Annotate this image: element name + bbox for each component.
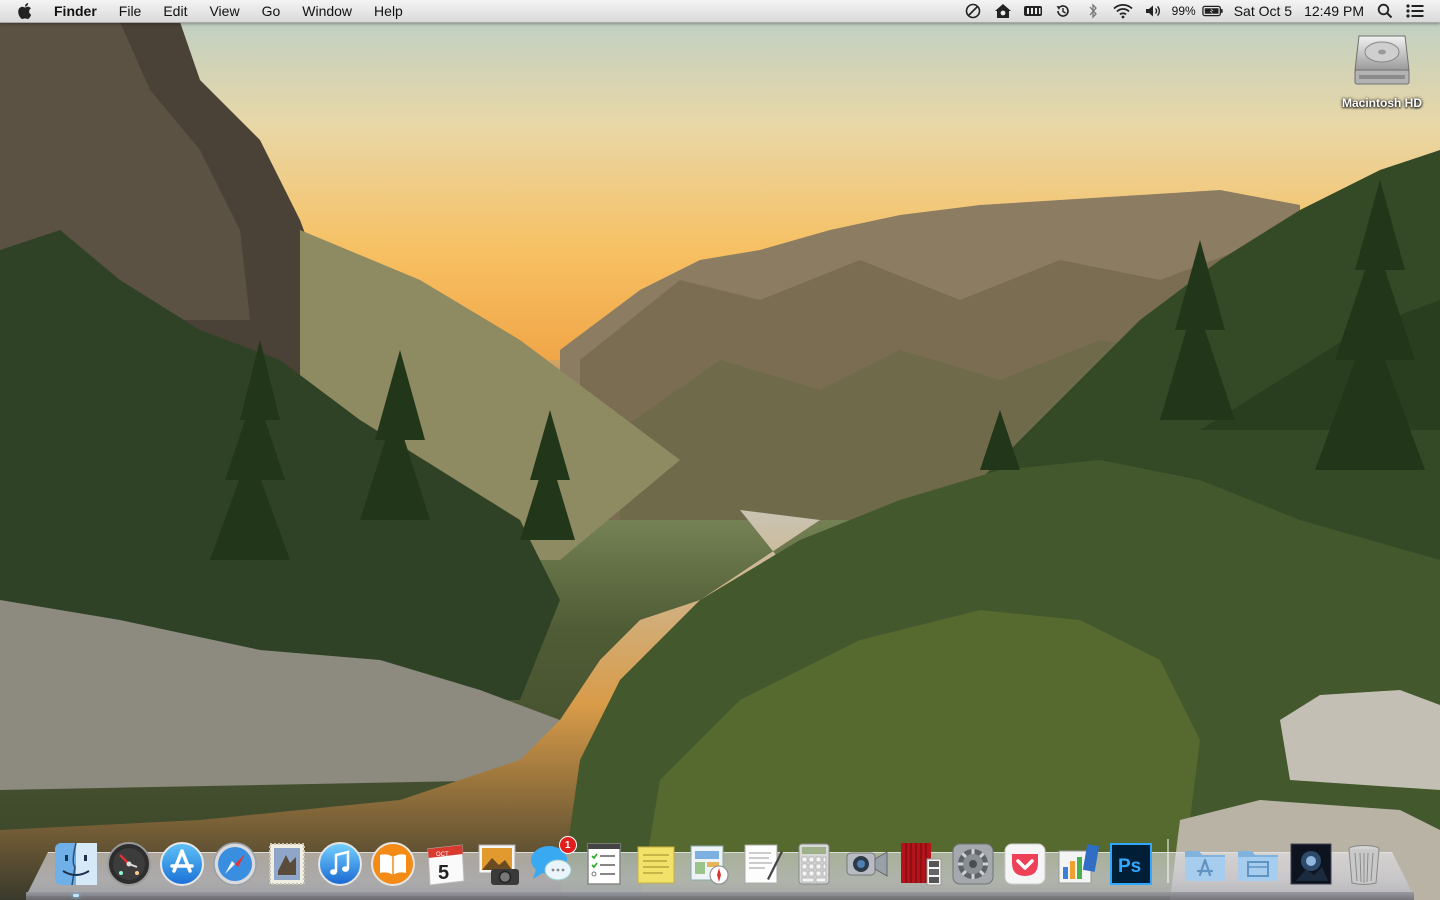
dock-numbers[interactable] bbox=[1054, 840, 1102, 888]
dock-ibooks[interactable] bbox=[369, 840, 417, 888]
dock-system-preferences[interactable] bbox=[949, 840, 997, 888]
chart-presentation-icon bbox=[1058, 844, 1100, 884]
reminders-icon bbox=[586, 843, 621, 885]
menu-clock[interactable]: 12:49 PM bbox=[1304, 3, 1364, 19]
trash-icon bbox=[1348, 845, 1380, 885]
photo-camera-icon bbox=[478, 844, 520, 885]
dock: OCT 5 1 Ps bbox=[50, 834, 1390, 897]
dock-reminders[interactable] bbox=[580, 840, 628, 888]
dock-documents-folder[interactable] bbox=[1234, 840, 1282, 888]
volume-label: Macintosh HD bbox=[1341, 96, 1422, 110]
menu-file[interactable]: File bbox=[108, 0, 153, 22]
menu-bar-status: 99% Sat Oct 5 12:49 PM bbox=[958, 0, 1440, 22]
volume-icon[interactable] bbox=[1142, 3, 1164, 19]
photo-booth-icon bbox=[900, 843, 942, 886]
battery-icon[interactable] bbox=[1201, 3, 1224, 19]
image-stack-icon bbox=[1290, 843, 1332, 885]
apple-menu-icon[interactable] bbox=[18, 3, 38, 19]
running-indicator bbox=[73, 894, 80, 897]
dock-pocket[interactable] bbox=[1002, 840, 1050, 888]
calendar-month: OCT bbox=[436, 852, 449, 858]
hard-drive-icon bbox=[1354, 35, 1410, 85]
menu-view[interactable]: View bbox=[198, 0, 250, 22]
dock-downloads-stack[interactable] bbox=[1287, 840, 1335, 888]
menu-go[interactable]: Go bbox=[251, 0, 292, 22]
system-preferences-gear-icon bbox=[952, 843, 994, 885]
menu-edit[interactable]: Edit bbox=[152, 0, 198, 22]
textedit-icon bbox=[744, 844, 783, 884]
facetime-camera-icon bbox=[846, 851, 888, 877]
dock-finder[interactable] bbox=[53, 840, 101, 897]
dock-preview[interactable] bbox=[685, 840, 733, 888]
dock-trash[interactable] bbox=[1340, 840, 1388, 888]
time-machine-icon[interactable] bbox=[1052, 3, 1074, 19]
dashboard-icon bbox=[107, 842, 152, 886]
ibooks-icon bbox=[370, 842, 415, 886]
dock-facetime[interactable] bbox=[843, 840, 891, 888]
itunes-icon bbox=[317, 842, 362, 886]
sticky-notes-icon bbox=[637, 846, 675, 884]
applications-folder-icon bbox=[1185, 851, 1226, 881]
preview-compass-icon bbox=[690, 845, 729, 885]
spotlight-search-icon[interactable] bbox=[1374, 3, 1396, 19]
dock-iphoto[interactable] bbox=[474, 840, 522, 888]
menu-bar-left: Finder File Edit View Go Window Help bbox=[0, 0, 414, 22]
battery-percent[interactable]: 99% bbox=[1172, 4, 1196, 18]
notification-center-icon[interactable] bbox=[1404, 3, 1426, 19]
dock-calendar[interactable]: OCT 5 bbox=[422, 840, 470, 888]
wifi-icon[interactable] bbox=[1112, 3, 1134, 19]
dock-itunes[interactable] bbox=[316, 840, 364, 888]
documents-folder-icon bbox=[1238, 851, 1279, 881]
dock-calculator[interactable] bbox=[791, 840, 839, 888]
desktop-wallpaper bbox=[0, 0, 1440, 900]
dock-stickies[interactable] bbox=[633, 840, 681, 888]
dock-safari[interactable] bbox=[211, 840, 259, 888]
home-sync-icon[interactable] bbox=[992, 3, 1014, 19]
macintosh-hd-desktop-icon[interactable]: Macintosh HD bbox=[1332, 30, 1432, 120]
calendar-icon: OCT 5 bbox=[427, 844, 465, 886]
dock-mail[interactable] bbox=[263, 840, 311, 888]
menu-date[interactable]: Sat Oct 5 bbox=[1234, 3, 1292, 19]
dock-applications-folder[interactable] bbox=[1182, 840, 1230, 888]
do-not-disturb-icon[interactable] bbox=[962, 3, 984, 19]
menu-app-name[interactable]: Finder bbox=[52, 0, 108, 22]
calendar-day: 5 bbox=[438, 862, 449, 884]
calculator-icon bbox=[798, 843, 830, 885]
photoshop-icon: Ps bbox=[1109, 843, 1152, 885]
menu-window[interactable]: Window bbox=[291, 0, 363, 22]
finder-icon bbox=[55, 842, 98, 886]
pocket-icon bbox=[1004, 843, 1046, 885]
dock-dashboard[interactable] bbox=[105, 840, 153, 888]
dock-photo-booth[interactable] bbox=[896, 840, 944, 888]
memory-monitor-icon[interactable] bbox=[1022, 3, 1044, 19]
messages-unread-badge: 1 bbox=[558, 836, 577, 854]
dock-photoshop[interactable]: Ps bbox=[1107, 840, 1155, 888]
mail-stamp-icon bbox=[269, 843, 306, 885]
app-store-icon bbox=[159, 842, 204, 886]
dock-messages[interactable]: 1 bbox=[527, 836, 577, 888]
wallpaper-landscape bbox=[0, 0, 1440, 900]
dock-textedit[interactable] bbox=[738, 840, 786, 888]
photoshop-label: Ps bbox=[1118, 856, 1141, 877]
menu-help[interactable]: Help bbox=[363, 0, 414, 22]
dock-shelf-edge bbox=[26, 892, 1414, 900]
dock-separator bbox=[1167, 839, 1170, 883]
menu-bar: Finder File Edit View Go Window Help 99% bbox=[0, 0, 1440, 23]
bluetooth-icon[interactable] bbox=[1082, 3, 1104, 19]
safari-icon bbox=[212, 842, 257, 886]
dock-app-store[interactable] bbox=[158, 840, 206, 888]
